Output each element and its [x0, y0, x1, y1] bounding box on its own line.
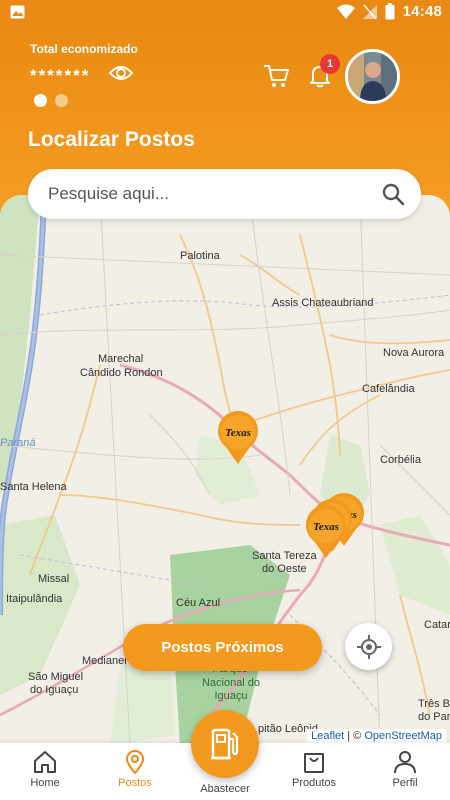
location-pin-icon [125, 750, 145, 775]
status-time: 14:48 [402, 3, 442, 20]
pin-brand-text: Texas [225, 427, 251, 439]
shopping-bag-icon [304, 753, 324, 773]
texas-pin-icon: Texas [218, 411, 258, 464]
texas-pin-icon: Texas [306, 505, 346, 558]
map-label-parana: Paraná [0, 437, 36, 449]
map-label-do-iguacu: do Iguaçu [30, 684, 79, 696]
nav-produtos[interactable]: Produtos [274, 749, 354, 789]
map-label-assis: Assis Chateaubriand [272, 297, 374, 309]
crosshair-icon [356, 634, 381, 659]
avatar[interactable] [345, 49, 400, 104]
search-bar[interactable] [28, 169, 421, 219]
total-saved-value: ******* [30, 66, 91, 85]
cart-icon[interactable] [263, 62, 291, 90]
user-icon [394, 751, 416, 774]
image-notification-icon [10, 5, 25, 19]
osm-link[interactable]: OpenStreetMap [364, 730, 442, 742]
map-label-mediane: Medianei [82, 655, 127, 667]
locate-me-button[interactable] [345, 623, 392, 670]
map-label-sao-miguel: São Miguel [28, 671, 84, 683]
page-title: Localizar Postos [28, 128, 195, 151]
map-label-do-oeste: do Oeste [262, 563, 307, 575]
nearby-stations-button[interactable]: Postos Próximos [123, 624, 322, 671]
gas-station-pin[interactable]: Texas [216, 411, 260, 465]
map-label-catan: Catan [424, 619, 450, 631]
carousel-dot[interactable] [55, 94, 68, 107]
nav-postos-label: Postos [118, 777, 152, 789]
refuel-button[interactable] [191, 710, 259, 778]
total-saved-label: Total economizado [30, 42, 138, 56]
gas-station-pin[interactable]: Texas [304, 505, 348, 559]
battery-icon [385, 3, 395, 20]
nav-produtos-label: Produtos [291, 777, 337, 789]
map-label-nacional: Nacional do Iguaçu [201, 677, 261, 702]
map-label-candido: Cândido Rondon [80, 367, 163, 379]
map-label-santa-helena: Santa Helena [0, 481, 67, 493]
nav-perfil[interactable]: Perfil [365, 749, 445, 789]
nav-home[interactable]: Home [5, 749, 85, 789]
svg-text:Texas: Texas [313, 521, 339, 533]
notification-badge: 1 [320, 54, 340, 74]
nav-perfil-label: Perfil [392, 777, 418, 789]
map-label-palotina: Palotina [180, 250, 220, 262]
home-icon [34, 751, 56, 773]
map-attribution: Leaflet | © OpenStreetMap [307, 729, 446, 743]
map-label-tres-barras: Três Barr [418, 698, 450, 710]
search-icon[interactable] [381, 182, 405, 206]
map-label-marechal: Marechal [98, 353, 144, 365]
map-label-nova-aurora: Nova Aurora [383, 347, 445, 359]
no-signal-icon [362, 4, 377, 19]
map-label-missal: Missal [38, 573, 70, 585]
map-label-itaipulandia: Itaipulândia [6, 593, 63, 605]
leaflet-link[interactable]: Leaflet [311, 730, 344, 742]
eye-icon[interactable] [108, 62, 134, 84]
map-label-corbelia: Corbélia [380, 454, 421, 466]
fuel-pump-icon [211, 728, 239, 760]
map-label-ceu-azul: Céu Azul [176, 597, 221, 609]
nav-postos[interactable]: Postos [95, 749, 175, 789]
map-label-cafelandia: Cafelândia [362, 383, 415, 395]
search-input[interactable] [48, 169, 368, 219]
carousel-dot-active[interactable] [34, 94, 47, 107]
attribution-separator: | © [344, 730, 365, 742]
map-label-do-para: do Para [418, 711, 450, 723]
nav-abastecer-label[interactable]: Abastecer [185, 783, 265, 795]
status-bar: 14:48 [0, 0, 450, 26]
avatar-photo [348, 52, 397, 101]
nav-home-label: Home [30, 777, 60, 789]
wifi-icon [336, 4, 355, 19]
